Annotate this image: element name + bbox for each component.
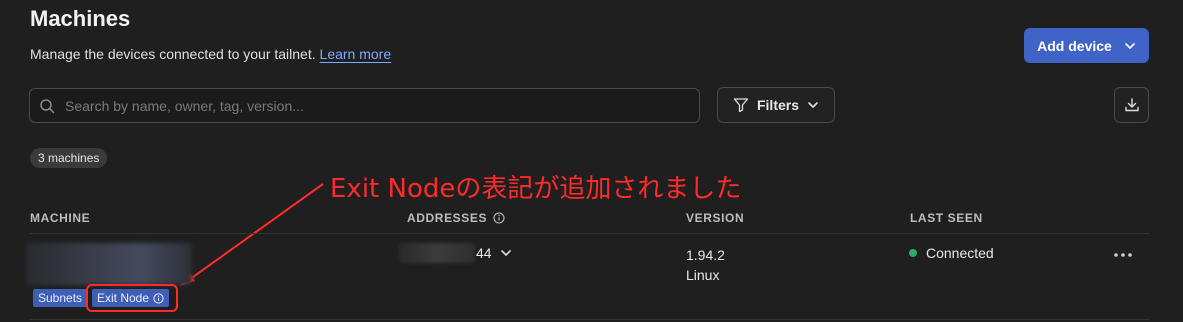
column-header-last-seen[interactable]: LAST SEEN bbox=[910, 211, 983, 225]
add-device-button[interactable]: Add device bbox=[1024, 28, 1149, 63]
row-actions-button[interactable] bbox=[1110, 246, 1136, 264]
chevron-down-icon bbox=[1125, 42, 1135, 49]
table-header-divider bbox=[29, 233, 1149, 234]
column-label: VERSION bbox=[686, 211, 745, 225]
column-header-machine[interactable]: MACHINE bbox=[30, 211, 90, 225]
version-cell: 1.94.2 Linux bbox=[686, 245, 725, 285]
download-icon bbox=[1124, 98, 1139, 112]
annotation-highlight-box bbox=[86, 284, 178, 312]
filter-icon bbox=[733, 98, 749, 113]
os-name: Linux bbox=[686, 267, 720, 283]
column-header-addresses[interactable]: ADDRESSES bbox=[407, 211, 505, 225]
tag-subnets: Subnets bbox=[33, 289, 88, 307]
info-icon[interactable] bbox=[493, 212, 505, 224]
filters-button[interactable]: Filters bbox=[717, 87, 835, 123]
annotation-text: Exit Nodeの表記が追加されました bbox=[330, 174, 742, 204]
page-title: Machines bbox=[30, 6, 131, 31]
search-input[interactable] bbox=[63, 96, 667, 115]
chevron-down-icon bbox=[808, 102, 818, 108]
page-subtitle: Manage the devices connected to your tai… bbox=[30, 46, 391, 62]
last-seen-cell: Connected bbox=[909, 245, 994, 261]
subtitle-text: Manage the devices connected to your tai… bbox=[30, 46, 316, 62]
column-header-version[interactable]: VERSION bbox=[686, 211, 744, 225]
version-number: 1.94.2 bbox=[686, 247, 725, 263]
more-icon bbox=[1114, 253, 1132, 257]
column-label: MACHINE bbox=[30, 211, 91, 225]
search-icon bbox=[40, 98, 55, 113]
search-box[interactable] bbox=[29, 88, 700, 123]
learn-more-link[interactable]: Learn more bbox=[320, 46, 392, 62]
chevron-down-icon bbox=[500, 250, 511, 256]
add-device-label: Add device bbox=[1037, 37, 1112, 54]
status-dot bbox=[909, 249, 917, 257]
filters-label: Filters bbox=[756, 97, 799, 113]
export-button[interactable] bbox=[1114, 87, 1149, 123]
address-dropdown[interactable]: 44 bbox=[476, 245, 512, 261]
address-redacted bbox=[399, 243, 475, 263]
machine-count-badge: 3 machines bbox=[30, 148, 108, 168]
machine-name-redacted[interactable] bbox=[26, 243, 192, 285]
row-divider bbox=[29, 319, 1149, 320]
status-text: Connected bbox=[926, 245, 994, 261]
address-suffix: 44 bbox=[476, 245, 492, 261]
column-label: ADDRESSES bbox=[407, 211, 488, 225]
column-label: LAST SEEN bbox=[910, 211, 983, 225]
